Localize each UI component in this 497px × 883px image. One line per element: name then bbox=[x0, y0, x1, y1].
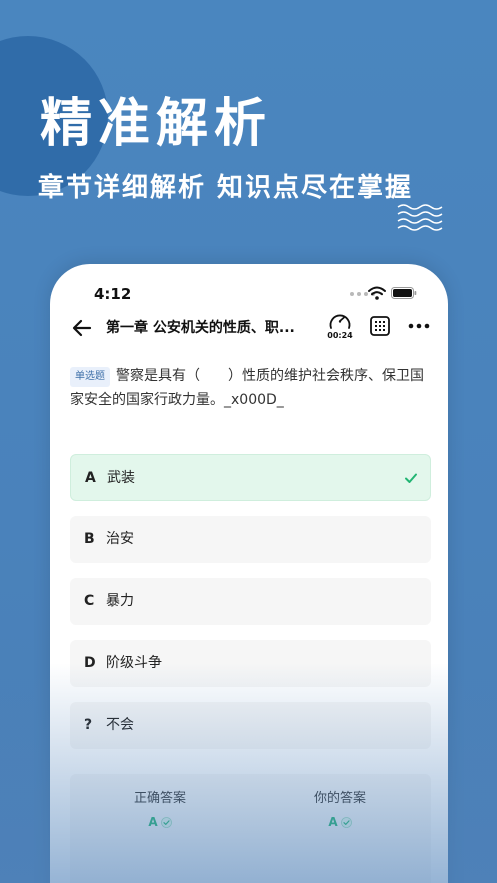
correct-answer-label: 正确答案 bbox=[133, 791, 186, 806]
phone-mockup: 4:12 第一章 公安机关的性质、职... 00:24 单选题 警察是具有（ ）… bbox=[50, 264, 448, 883]
question-stem: 单选题 警察是具有（ ）性质的维护社会秩序、保卫国家安全的国家行政力量。_x000… bbox=[70, 364, 432, 412]
timer-button[interactable]: 00:24 bbox=[326, 312, 354, 344]
option-text: 武装 bbox=[107, 470, 135, 486]
promo-screen: 精准解析 章节详细解析 知识点尽在掌握 4:12 第一章 公安机关的性质、职..… bbox=[0, 0, 497, 883]
wifi-icon bbox=[368, 286, 386, 300]
option-text: 暴力 bbox=[106, 593, 134, 609]
option-c[interactable]: C 暴力 bbox=[70, 578, 431, 625]
option-letter: D bbox=[84, 655, 96, 671]
answer-panel: 正确答案 A 你的答案 A bbox=[70, 774, 431, 883]
option-a[interactable]: A 武装 bbox=[70, 454, 431, 501]
battery-icon bbox=[391, 287, 417, 299]
option-letter: C bbox=[84, 593, 95, 609]
wave-lines-icon bbox=[397, 204, 443, 231]
correct-answer-value: A bbox=[148, 815, 158, 829]
more-icon[interactable] bbox=[408, 322, 430, 330]
back-arrow-icon[interactable] bbox=[70, 316, 94, 340]
your-answer-value: A bbox=[328, 815, 338, 829]
answer-sheet-grid-icon[interactable] bbox=[370, 316, 390, 336]
option-b[interactable]: B 治安 bbox=[70, 516, 431, 563]
check-icon bbox=[405, 473, 417, 483]
option-d[interactable]: D 阶级斗争 bbox=[70, 640, 431, 687]
chapter-title: 第一章 公安机关的性质、职... bbox=[106, 320, 295, 336]
option-dont-know[interactable]: ? 不会 bbox=[70, 702, 431, 749]
timer-icon bbox=[329, 314, 351, 329]
status-bar: 4:12 bbox=[50, 264, 448, 310]
status-time: 4:12 bbox=[94, 285, 132, 303]
hero-title: 精准解析 bbox=[40, 94, 273, 154]
navigation-bar: 第一章 公安机关的性质、职... 00:24 bbox=[50, 310, 448, 350]
option-letter: ? bbox=[84, 717, 93, 733]
option-letter: B bbox=[84, 531, 95, 547]
option-letter: A bbox=[85, 470, 96, 486]
question-type-tag: 单选题 bbox=[70, 367, 110, 387]
options-list: A 武装 B 治安 C 暴力 D 阶级斗争 ? 不会 bbox=[70, 454, 431, 764]
option-text: 不会 bbox=[106, 717, 134, 733]
correct-answer-column: 正确答案 A bbox=[70, 790, 250, 830]
your-answer-label: 你的答案 bbox=[313, 791, 366, 806]
option-text: 治安 bbox=[106, 531, 134, 547]
check-circle-icon bbox=[160, 816, 172, 828]
hero-subtitle: 章节详细解析 知识点尽在掌握 bbox=[38, 173, 414, 203]
check-circle-icon bbox=[340, 816, 352, 828]
question-text: 警察是具有（ ）性质的维护社会秩序、保卫国家安全的国家行政力量。_x000D_ bbox=[70, 368, 424, 408]
option-text: 阶级斗争 bbox=[106, 655, 162, 671]
your-answer-column: 你的答案 A bbox=[250, 790, 430, 830]
timer-value: 00:24 bbox=[327, 331, 353, 340]
